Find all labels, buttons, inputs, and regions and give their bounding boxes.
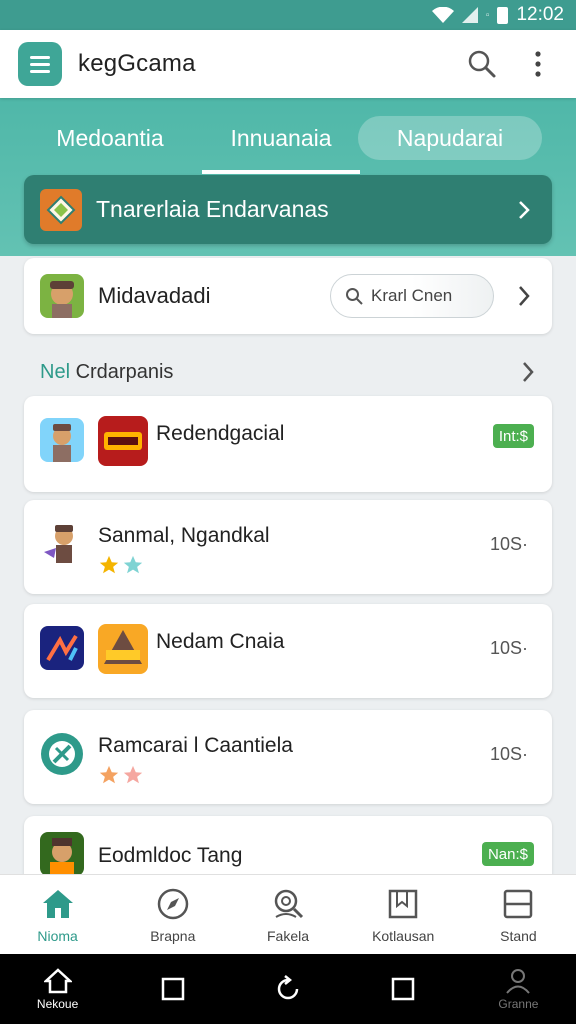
more-button[interactable] xyxy=(518,44,558,84)
star-icon xyxy=(123,765,143,784)
list-item-title: Eodmldoc Tang xyxy=(98,844,243,867)
nav-explore[interactable]: Brapna xyxy=(115,875,230,954)
battery-icon xyxy=(497,6,509,24)
game-avatar xyxy=(40,418,84,462)
feature-title: Midavadadi xyxy=(98,283,211,308)
nav-label: Kotlausan xyxy=(372,927,435,944)
tab-1[interactable]: Medoantia xyxy=(20,116,200,160)
search-button[interactable] xyxy=(462,44,502,84)
search-icon xyxy=(346,288,363,305)
game-avatar xyxy=(40,522,84,566)
chevron-right-icon[interactable] xyxy=(512,284,536,308)
list-item-title: Sanmal, Ngandkal xyxy=(98,524,270,547)
bookmark-book-icon xyxy=(385,886,421,922)
sys-square-1[interactable] xyxy=(115,977,230,1001)
list-item[interactable]: Sanmal, Ngandkal 10S· xyxy=(24,500,552,594)
sys-label: Nekoue xyxy=(36,996,79,1011)
tab-2[interactable]: Innuanaia xyxy=(202,116,360,160)
system-nav-bar: Nekoue Granne xyxy=(0,954,576,1024)
game-logo xyxy=(98,624,148,674)
sys-refresh[interactable] xyxy=(230,974,345,1004)
star-icon xyxy=(99,555,119,574)
tab-3[interactable]: Napudarai xyxy=(358,116,542,160)
square-icon xyxy=(161,977,185,1001)
sys-profile[interactable]: Granne xyxy=(461,968,576,1011)
signal-icon xyxy=(461,7,478,23)
list-item[interactable]: Nedam Cnaia 10S· xyxy=(24,604,552,698)
search-person-icon xyxy=(270,886,306,922)
list-item-count: 10S· xyxy=(489,638,528,658)
section-header[interactable]: Nel Crdarpanis xyxy=(40,356,540,388)
star-icon xyxy=(99,765,119,784)
list-item-count: 10S· xyxy=(489,744,528,764)
price-badge[interactable]: Int:$ xyxy=(492,424,534,448)
price-badge[interactable]: Nan:$ xyxy=(481,842,534,866)
promo-banner[interactable]: Tnarerlaia Endarvanas xyxy=(24,175,552,244)
menu-button[interactable] xyxy=(18,42,62,86)
app-bar: kegGcama xyxy=(0,30,576,98)
nav-label: Brapna xyxy=(150,927,196,944)
feature-card[interactable]: Midavadadi Krarl Cnen xyxy=(24,258,552,334)
list-item[interactable]: Ramcarai l Caantiela 10S· xyxy=(24,710,552,804)
game-avatar xyxy=(40,732,84,776)
status-bar: ▫ 12:02 xyxy=(0,0,576,30)
banner-title: Tnarerlaia Endarvanas xyxy=(96,196,329,222)
home-icon xyxy=(40,886,76,922)
refresh-icon xyxy=(277,975,299,1000)
game-avatar xyxy=(40,832,84,876)
nav-home[interactable]: Nioma xyxy=(0,875,115,954)
compass-icon xyxy=(155,886,191,922)
section-title: Nel Crdarpanis xyxy=(40,360,174,383)
rating-stars xyxy=(98,554,144,576)
window-icon xyxy=(500,886,536,922)
home-outline-icon xyxy=(43,967,72,993)
sys-square-2[interactable] xyxy=(346,977,461,1001)
nav-label: Stand xyxy=(500,927,537,944)
person-icon xyxy=(506,968,531,994)
active-tab-indicator xyxy=(202,170,360,174)
game-avatar xyxy=(40,626,84,670)
signal-dot: ▫ xyxy=(485,9,490,21)
game-logo xyxy=(98,416,148,466)
nav-stand[interactable]: Stand xyxy=(461,875,576,954)
tab-bar: Medoantia Innuanaia Napudarai xyxy=(0,98,576,176)
search-icon xyxy=(468,50,496,78)
banner-icon xyxy=(40,188,82,231)
search-pill[interactable]: Krarl Cnen xyxy=(330,274,494,318)
nav-label: Nioma xyxy=(37,927,78,944)
status-time: 12:02 xyxy=(516,4,564,25)
chevron-right-icon xyxy=(512,198,536,222)
nav-library[interactable]: Kotlausan xyxy=(346,875,461,954)
chevron-right-icon xyxy=(516,360,540,384)
sys-label: Granne xyxy=(498,996,539,1011)
list-item-title: Ramcarai l Caantiela xyxy=(98,734,293,757)
search-pill-label: Krarl Cnen xyxy=(371,286,453,305)
list-item-title: Nedam Cnaia xyxy=(156,630,285,653)
nav-label: Fakela xyxy=(266,927,310,944)
game-avatar xyxy=(40,274,84,318)
wifi-icon xyxy=(431,7,454,23)
bottom-nav: Nioma Brapna Fakela Kotlausan Stand xyxy=(0,874,576,954)
list-item-count: 10S· xyxy=(489,534,528,554)
square-icon xyxy=(391,977,415,1001)
app-title: kegGcama xyxy=(78,50,196,77)
list-item-title: Redendgacial xyxy=(156,422,285,445)
rating-stars xyxy=(98,764,144,786)
sys-home[interactable]: Nekoue xyxy=(0,967,115,1011)
list-item[interactable]: Redendgacial Int:$ xyxy=(24,396,552,492)
nav-search[interactable]: Fakela xyxy=(230,875,345,954)
more-vert-icon xyxy=(535,51,541,77)
star-icon xyxy=(123,555,143,574)
